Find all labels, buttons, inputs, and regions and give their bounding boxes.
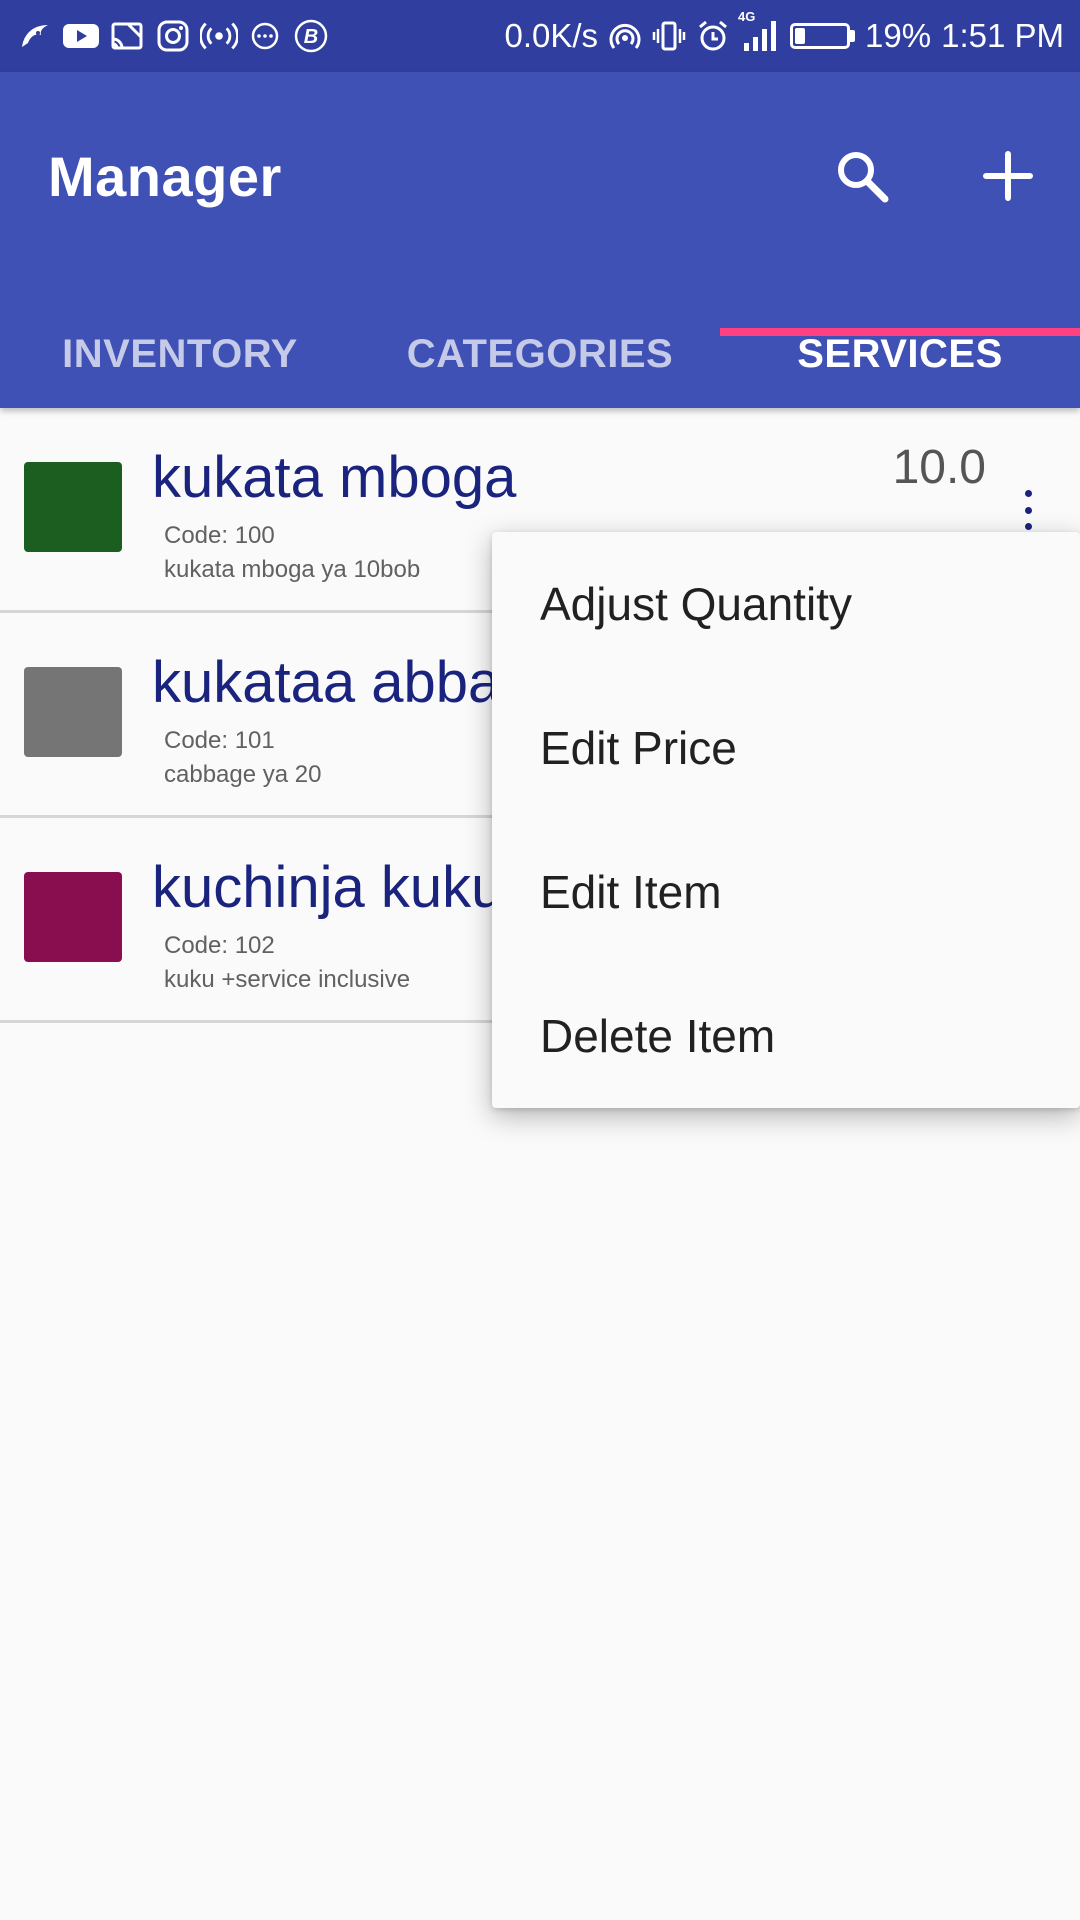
menu-item-delete-item[interactable]: Delete Item xyxy=(492,964,1080,1108)
tab-categories[interactable]: CATEGORIES xyxy=(360,300,720,408)
network-type-label: 4G xyxy=(738,9,756,24)
battery-icon xyxy=(790,23,856,49)
svg-text:B: B xyxy=(304,26,318,48)
item-price: 10.0 xyxy=(892,441,986,494)
battery-percent: 19% xyxy=(865,17,932,54)
item-options-menu: Adjust Quantity Edit Price Edit Item Del… xyxy=(492,532,1080,1108)
chat-icon xyxy=(246,17,284,55)
tab-inventory[interactable]: INVENTORY xyxy=(0,300,360,408)
search-icon xyxy=(832,146,892,211)
item-name: kukata mboga xyxy=(152,445,517,510)
add-icon xyxy=(982,150,1034,207)
alarm-icon xyxy=(696,19,730,53)
status-bar: B 0.0K/s 4G 19% 1:51 PM xyxy=(0,0,1080,72)
menu-item-edit-price[interactable]: Edit Price xyxy=(492,676,1080,820)
item-color-swatch xyxy=(24,667,122,757)
tab-services[interactable]: SERVICES xyxy=(720,300,1080,408)
tab-indicator xyxy=(720,328,1080,336)
bird-app-icon xyxy=(16,17,54,55)
network-speed: 0.0K/s xyxy=(504,17,599,54)
notification-icons: B xyxy=(16,16,330,56)
page-title: Manager xyxy=(48,145,282,208)
item-color-swatch xyxy=(24,872,122,962)
item-description: kuku +service inclusive xyxy=(164,966,411,993)
item-code: Code: 100 xyxy=(164,522,275,549)
menu-item-adjust-quantity[interactable]: Adjust Quantity xyxy=(492,532,1080,676)
app-bar: Manager INVENTORY CATEGORIES SERVICES xyxy=(0,72,1080,408)
item-color-swatch xyxy=(24,462,122,552)
instagram-icon xyxy=(154,17,192,55)
item-code: Code: 101 xyxy=(164,727,275,754)
add-button[interactable] xyxy=(972,142,1044,214)
item-name: kuchinja kuku xyxy=(152,855,504,920)
signal-icon: 4G xyxy=(738,9,780,53)
youtube-icon xyxy=(62,17,100,55)
menu-item-edit-item[interactable]: Edit Item xyxy=(492,820,1080,964)
vibrate-icon xyxy=(652,19,686,53)
system-status: 0.0K/s 4G 19% 1:51 PM xyxy=(504,9,1064,58)
b-app-icon: B xyxy=(292,17,330,55)
item-code: Code: 102 xyxy=(164,932,275,959)
item-description: kukata mboga ya 10bob xyxy=(164,556,421,583)
tab-bar: INVENTORY CATEGORIES SERVICES xyxy=(0,300,1080,408)
search-button[interactable] xyxy=(826,142,898,214)
more-vert-icon xyxy=(1024,490,1032,497)
cast-icon xyxy=(108,17,146,55)
broadcast-icon xyxy=(200,17,238,55)
more-options-button[interactable] xyxy=(1022,490,1034,530)
item-description: cabbage ya 20 xyxy=(164,761,322,788)
clock: 1:51 PM xyxy=(941,17,1064,54)
hotspot-icon xyxy=(608,19,642,53)
